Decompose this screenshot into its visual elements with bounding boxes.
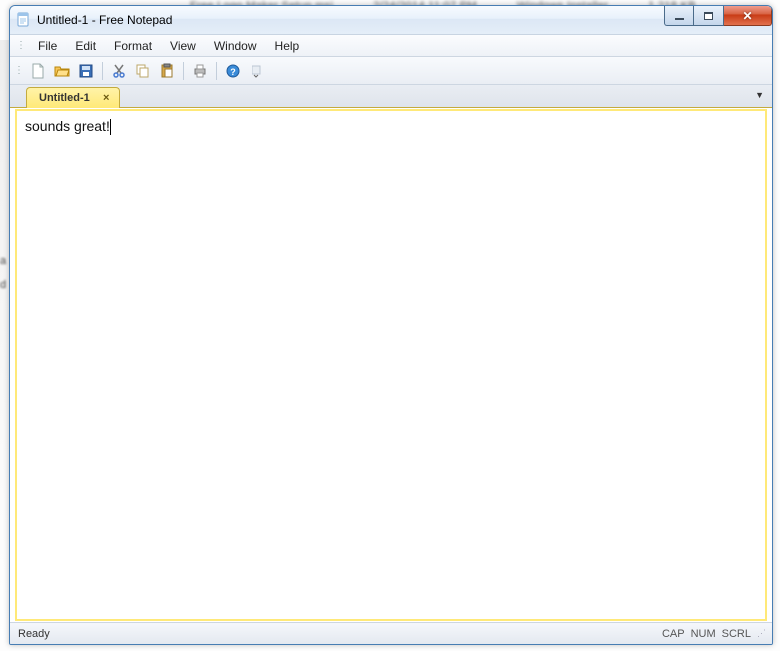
editor-content: sounds great!	[25, 118, 110, 134]
copy-button[interactable]	[132, 60, 154, 82]
toolbar-separator	[102, 62, 103, 80]
print-icon	[192, 63, 208, 79]
toolbar: ⋮ ?	[10, 57, 772, 85]
maximize-button[interactable]	[694, 6, 724, 26]
copy-icon	[135, 63, 151, 79]
status-cap: CAP	[662, 628, 685, 640]
toolbar-grip-icon: ⋮	[14, 65, 23, 76]
save-button[interactable]	[75, 60, 97, 82]
titlebar[interactable]: Untitled-1 - Free Notepad ✕	[10, 6, 772, 35]
tab-overflow-button[interactable]: ▼	[755, 90, 764, 100]
paste-clipboard-icon	[159, 63, 175, 79]
close-button[interactable]: ✕	[724, 6, 772, 26]
print-button[interactable]	[189, 60, 211, 82]
chevron-down-icon	[252, 63, 262, 79]
tab-label: Untitled-1	[39, 92, 90, 104]
status-ready: Ready	[18, 628, 50, 640]
paste-button[interactable]	[156, 60, 178, 82]
text-cursor	[110, 119, 111, 135]
open-button[interactable]	[51, 60, 73, 82]
editor-frame: sounds great!	[15, 109, 767, 621]
toolbar-separator	[183, 62, 184, 80]
status-num: NUM	[691, 628, 716, 640]
app-icon	[16, 12, 32, 28]
text-editor[interactable]: sounds great!	[17, 111, 765, 619]
minimize-icon	[675, 18, 684, 20]
toolbar-options-button[interactable]	[246, 60, 268, 82]
help-button[interactable]: ?	[222, 60, 244, 82]
menu-format[interactable]: Format	[105, 36, 161, 56]
bg-left-text: ad	[0, 255, 6, 291]
window-title: Untitled-1 - Free Notepad	[37, 13, 172, 27]
menu-file[interactable]: File	[29, 36, 66, 56]
statusbar: Ready CAP NUM SCRL ⋰	[10, 622, 772, 644]
tab-close-button[interactable]: ×	[100, 92, 113, 105]
tab-untitled-1[interactable]: Untitled-1 ×	[26, 87, 120, 108]
status-scrl: SCRL	[722, 628, 751, 640]
menubar-grip-icon: ⋮	[16, 40, 25, 51]
document-tabstrip: Untitled-1 × ▼	[10, 85, 772, 108]
new-file-icon	[30, 63, 46, 79]
app-window: Untitled-1 - Free Notepad ✕ ⋮ File Edit …	[9, 5, 773, 645]
menu-edit[interactable]: Edit	[66, 36, 105, 56]
open-folder-icon	[54, 63, 70, 79]
window-control-group: ✕	[664, 6, 772, 26]
minimize-button[interactable]	[664, 6, 694, 26]
svg-text:?: ?	[230, 67, 236, 77]
resize-grip-icon[interactable]: ⋰	[757, 628, 764, 639]
toolbar-separator	[216, 62, 217, 80]
cut-button[interactable]	[108, 60, 130, 82]
maximize-icon	[704, 12, 713, 20]
cut-scissors-icon	[111, 63, 127, 79]
menubar: ⋮ File Edit Format View Window Help	[10, 35, 772, 57]
close-icon: ✕	[742, 9, 752, 23]
save-disk-icon	[78, 63, 94, 79]
menu-view[interactable]: View	[161, 36, 205, 56]
menu-window[interactable]: Window	[205, 36, 266, 56]
help-icon: ?	[225, 63, 241, 79]
menu-help[interactable]: Help	[266, 36, 309, 56]
new-button[interactable]	[27, 60, 49, 82]
